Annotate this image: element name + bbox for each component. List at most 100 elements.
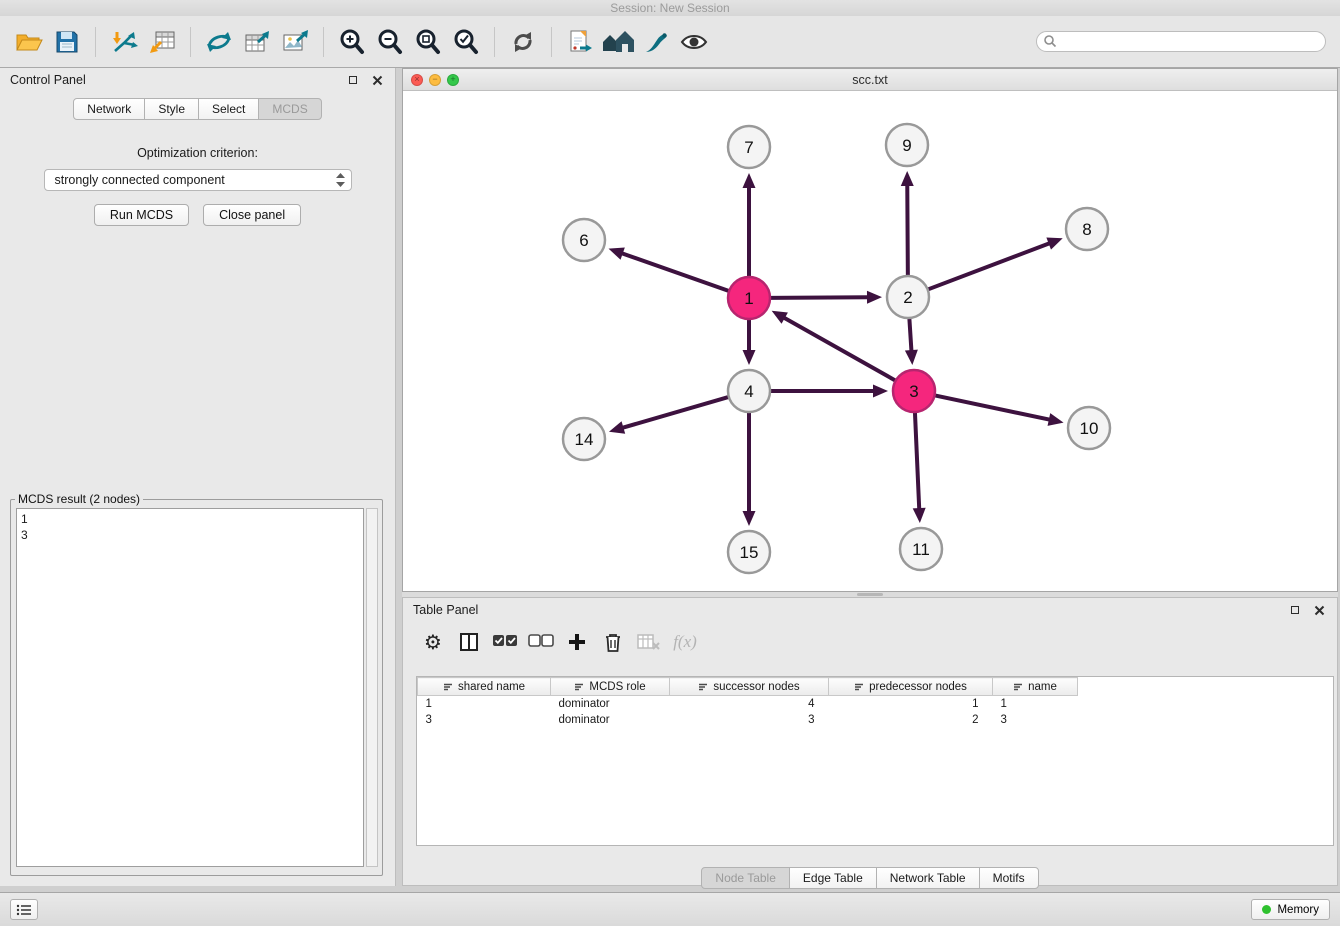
column-header-successor-nodes[interactable]: successor nodes	[670, 678, 829, 696]
graph-edge[interactable]	[905, 319, 918, 365]
graph-node[interactable]: 1	[728, 277, 770, 319]
network-graph[interactable]: 7 9 6 8 1 2 4 3 14 10 15 11	[403, 91, 1337, 591]
graph-edge[interactable]	[901, 171, 914, 275]
open-session-button[interactable]	[10, 21, 48, 63]
tab-edge-table[interactable]: Edge Table	[789, 867, 877, 889]
table-cell[interactable]: dominator	[551, 696, 670, 712]
network-view-window: scc.txt × − + 7968124314101511	[402, 68, 1338, 592]
tab-motifs[interactable]: Motifs	[979, 867, 1039, 889]
tab-node-table[interactable]: Node Table	[701, 867, 790, 889]
node-table-container: shared name MCDS role successor nodes pr…	[416, 676, 1334, 846]
graph-edge[interactable]	[771, 291, 882, 304]
graph-node[interactable]: 6	[563, 219, 605, 261]
tab-style[interactable]: Style	[144, 98, 199, 120]
show-columns-button[interactable]	[455, 628, 483, 656]
refresh-view-button[interactable]	[504, 21, 542, 63]
close-table-panel-button[interactable]	[1311, 602, 1327, 618]
table-cell[interactable]: 4	[670, 696, 829, 712]
list-icon	[16, 904, 32, 916]
float-panel-button[interactable]	[345, 72, 361, 88]
add-column-button[interactable]	[563, 628, 591, 656]
tab-mcds[interactable]: MCDS	[258, 98, 321, 120]
graph-node[interactable]: 2	[887, 276, 929, 318]
graph-edge[interactable]	[772, 311, 895, 380]
tab-network-table[interactable]: Network Table	[876, 867, 980, 889]
graph-edge[interactable]	[936, 396, 1064, 426]
graph-edge[interactable]	[609, 397, 728, 434]
graph-edge[interactable]	[609, 247, 729, 290]
graph-edge[interactable]	[743, 320, 756, 365]
window-zoom-button[interactable]: +	[447, 74, 459, 86]
graph-node[interactable]: 3	[893, 370, 935, 412]
export-image-button[interactable]	[276, 21, 314, 63]
memory-button[interactable]: Memory	[1251, 899, 1330, 920]
table-cell[interactable]: 2	[829, 712, 993, 728]
column-header-predecessor-nodes[interactable]: predecessor nodes	[829, 678, 993, 696]
table-row[interactable]: 1dominator411	[418, 696, 1078, 712]
table-cell[interactable]: 1	[418, 696, 551, 712]
graph-node[interactable]: 7	[728, 126, 770, 168]
apply-layout-button[interactable]	[200, 21, 238, 63]
style-brush-button[interactable]	[637, 21, 675, 63]
table-panel-title: Table Panel	[413, 603, 478, 617]
window-minimize-button[interactable]: −	[429, 74, 441, 86]
zoom-out-button[interactable]	[371, 21, 409, 63]
search-input[interactable]	[1036, 31, 1326, 52]
table-cell[interactable]: 3	[993, 712, 1078, 728]
result-scrollbar[interactable]	[366, 508, 378, 867]
close-mcds-panel-button[interactable]: Close panel	[203, 204, 301, 226]
criterion-dropdown[interactable]: strongly connected component	[44, 169, 352, 191]
tab-select[interactable]: Select	[198, 98, 259, 120]
delete-column-button[interactable]	[599, 628, 627, 656]
graph-edge[interactable]	[743, 413, 756, 526]
tab-network[interactable]: Network	[73, 98, 145, 120]
export-table-button[interactable]	[238, 21, 276, 63]
table-cell[interactable]: 1	[829, 696, 993, 712]
zoom-in-button[interactable]	[333, 21, 371, 63]
zoom-fit-button[interactable]	[409, 21, 447, 63]
graph-node[interactable]: 11	[900, 528, 942, 570]
select-all-button[interactable]	[491, 628, 519, 656]
graph-node[interactable]: 9	[886, 124, 928, 166]
graph-node[interactable]: 8	[1066, 208, 1108, 250]
close-panel-button[interactable]	[369, 72, 385, 88]
deselect-all-button[interactable]	[527, 628, 555, 656]
graph-edge[interactable]	[913, 413, 926, 523]
close-icon	[1314, 605, 1325, 616]
save-session-button[interactable]	[48, 21, 86, 63]
graph-edge[interactable]	[743, 173, 756, 276]
graph-node[interactable]: 4	[728, 370, 770, 412]
graph-node[interactable]: 14	[563, 418, 605, 460]
graph-edge[interactable]	[771, 385, 888, 398]
control-panel-title: Control Panel	[10, 73, 86, 87]
graph-node-label: 9	[902, 136, 911, 155]
graph-node[interactable]: 10	[1068, 407, 1110, 449]
float-table-panel-button[interactable]	[1287, 602, 1303, 618]
scroll-grip[interactable]	[857, 593, 883, 596]
columns-icon	[459, 632, 479, 652]
column-header-name[interactable]: name	[993, 678, 1078, 696]
table-row[interactable]: 3dominator323	[418, 712, 1078, 728]
graph-node-label: 14	[575, 430, 594, 449]
graph-edge[interactable]	[929, 237, 1063, 289]
mcds-result-line: 1	[21, 511, 359, 527]
column-header-mcds-role[interactable]: MCDS role	[551, 678, 670, 696]
import-network-button[interactable]	[105, 21, 143, 63]
run-mcds-button[interactable]: Run MCDS	[94, 204, 189, 226]
table-cell[interactable]: 3	[670, 712, 829, 728]
table-cell[interactable]: 3	[418, 712, 551, 728]
show-hide-button[interactable]	[675, 21, 713, 63]
table-settings-button[interactable]: ⚙	[419, 628, 447, 656]
table-cell[interactable]: 1	[993, 696, 1078, 712]
network-canvas[interactable]: 7 9 6 8 1 2 4 3 14 10 15 11	[403, 91, 1337, 591]
toolbar-separator	[494, 27, 495, 57]
column-header-shared-name[interactable]: shared name	[418, 678, 551, 696]
import-table-button[interactable]	[143, 21, 181, 63]
clone-network-button[interactable]	[561, 21, 599, 63]
task-history-button[interactable]	[10, 899, 38, 920]
table-cell[interactable]: dominator	[551, 712, 670, 728]
window-close-button[interactable]: ×	[411, 74, 423, 86]
home-networks-button[interactable]	[599, 21, 637, 63]
graph-node[interactable]: 15	[728, 531, 770, 573]
zoom-selected-button[interactable]	[447, 21, 485, 63]
